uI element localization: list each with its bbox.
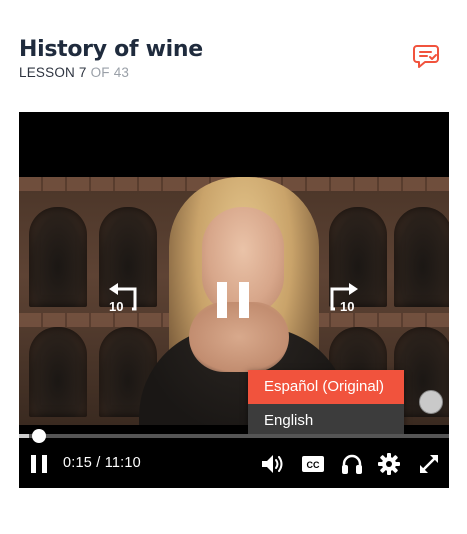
progress-fill <box>19 434 29 438</box>
lesson-header: History of wine LESSON 7 OF 43 <box>19 37 449 87</box>
watermark-logo <box>419 390 443 414</box>
lesson-number: LESSON 7 <box>19 65 87 80</box>
forward-10-icon[interactable]: 10 <box>326 283 362 317</box>
control-bar: 0:15 / 11:10 CC <box>19 444 449 484</box>
pause-icon[interactable] <box>215 280 251 320</box>
closed-captions-icon[interactable]: CC <box>301 452 325 476</box>
caption-option-spanish[interactable]: Español (Original) <box>248 370 404 404</box>
progress-bar[interactable] <box>19 429 449 443</box>
settings-gear-icon[interactable] <box>377 452 401 476</box>
total-time: / 11:10 <box>96 455 141 471</box>
current-time: 0:15 <box>63 455 93 471</box>
lesson-title: History of wine <box>19 37 203 62</box>
lesson-progress: LESSON 7 OF 43 <box>19 65 129 80</box>
rewind-seconds-label: 10 <box>109 299 123 314</box>
progress-scrubber[interactable] <box>31 429 46 443</box>
forward-seconds-label: 10 <box>340 299 354 314</box>
cc-label: CC <box>307 460 320 470</box>
captions-language-menu: Español (Original) English <box>248 370 404 438</box>
notes-chat-icon[interactable] <box>413 43 441 69</box>
volume-icon[interactable] <box>260 452 284 476</box>
time-display: 0:15 / 11:10 <box>63 455 141 471</box>
video-player[interactable]: 10 10 Español (Original) English 0:15 / … <box>19 112 449 488</box>
replay-10-icon[interactable]: 10 <box>105 283 141 317</box>
audio-headphones-icon[interactable] <box>340 452 364 476</box>
caption-option-english[interactable]: English <box>248 404 404 438</box>
fullscreen-icon[interactable] <box>417 452 441 476</box>
pause-icon[interactable] <box>27 452 51 476</box>
lesson-total: OF 43 <box>90 65 130 80</box>
